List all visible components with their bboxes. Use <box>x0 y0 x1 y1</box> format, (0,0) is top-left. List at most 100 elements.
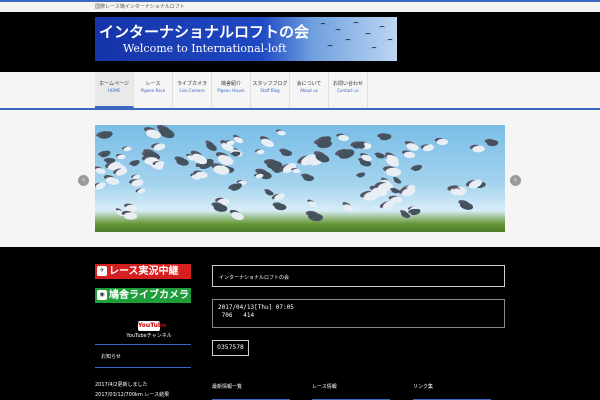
slider-area: ‹ › <box>0 110 600 247</box>
nav-label-en: Staff Blog <box>260 88 280 93</box>
bird-icon <box>387 39 393 42</box>
pigeon-icon <box>422 144 435 153</box>
youtube-label: YouTubeチャンネル <box>126 333 172 339</box>
main-nav: ホームページ HOME レース Pigeon Race ライブカメラ Live … <box>95 72 368 108</box>
pigeon-icon <box>302 174 315 182</box>
nav-label-en: About us <box>300 88 318 93</box>
race-live-label: レース実況中継 <box>109 266 179 277</box>
nav-item-staff-blog[interactable]: スタッフブログ Staff Blog <box>251 72 290 108</box>
pigeon-icon <box>225 139 236 146</box>
pigeon-icon <box>195 171 209 179</box>
pigeon-icon <box>337 147 356 161</box>
nav-label-jp: スタッフブログ <box>252 81 288 87</box>
nav-label-jp: ホームページ <box>99 81 129 87</box>
bird-icon <box>379 26 385 29</box>
pigeon-icon <box>379 133 392 142</box>
pigeon-icon <box>123 211 138 220</box>
pigeon-icon <box>99 149 112 159</box>
pigeon-icon <box>399 210 411 220</box>
pigeon-icon <box>116 154 126 160</box>
bird-icon <box>345 39 351 42</box>
info-widget: お知らせ <box>95 344 191 368</box>
nav-label-en: Pigeon House <box>217 88 245 93</box>
bird-icon <box>327 45 333 48</box>
logo-title-jp: インターナショナルロフトの会 <box>99 23 310 41</box>
pigeon-icon <box>277 130 287 137</box>
nav-bar: ホームページ HOME レース Pigeon Race ライブカメラ Live … <box>0 72 600 110</box>
pigeon-icon <box>266 160 283 170</box>
pigeon-icon <box>342 203 355 214</box>
nav-item-home[interactable]: ホームページ HOME <box>95 72 134 108</box>
news-link[interactable]: 2017/03/12/700km レース結果 <box>95 391 169 398</box>
pigeon-icon <box>471 145 485 154</box>
footer-heading: リンク集 <box>413 381 491 400</box>
info-text: 706 414 <box>218 312 255 319</box>
nav-label-en: Contact us <box>337 88 359 93</box>
bird-icon <box>365 33 371 36</box>
visitor-counter: 0357578 <box>212 340 249 356</box>
pigeon-icon <box>230 210 245 222</box>
pigeon-icon <box>104 175 120 187</box>
nav-item-pigeon-house[interactable]: 鳩舎紹介 Pigeon House <box>212 72 251 108</box>
nav-item-live-camera[interactable]: ライブカメラ Live Camera <box>173 72 212 108</box>
footer-heading-label: 最新情報一覧 <box>212 384 243 390</box>
pigeon-icon <box>381 199 396 212</box>
pigeon-icon <box>256 149 265 155</box>
main-panel-header: インターナショナルロフトの会 <box>212 265 505 287</box>
live-camera-label: 鳩舎ライブカメラ <box>109 290 189 301</box>
bird-icon <box>371 47 377 50</box>
pigeon-icon: ✈ <box>97 266 107 276</box>
race-live-banner[interactable]: ✈ レース実況中継 <box>95 264 191 279</box>
pigeon-icon <box>375 153 385 160</box>
pigeon-icon <box>273 192 286 203</box>
slider-next-button[interactable]: › <box>510 175 521 186</box>
pigeon-icon <box>123 145 132 152</box>
footer-heading: レース情報 <box>312 381 390 400</box>
news-link[interactable]: 2017/4/2更新しました <box>95 381 147 388</box>
nav-label-en: Pigeon Race <box>140 88 166 93</box>
bird-icon <box>353 22 359 25</box>
bird-icon <box>335 29 341 32</box>
nav-label-jp: ライブカメラ <box>176 81 207 87</box>
nav-item-pigeon-race[interactable]: レース Pigeon Race <box>134 72 173 108</box>
logo-title-en: Welcome to International-loft <box>123 42 287 55</box>
pigeon-icon <box>392 177 402 186</box>
pigeon-icon <box>307 199 318 208</box>
datetime-box: 2017/04/13[Thu] 07:05 706 414 <box>212 299 505 328</box>
pigeon-icon <box>212 164 230 176</box>
pigeon-icon <box>280 149 293 157</box>
pigeon-icon <box>130 158 141 168</box>
nav-label-jp: お問い合わせ <box>332 81 363 87</box>
nav-label-jp: 鳩舎紹介 <box>220 81 241 87</box>
datetime-text: 2017/04/13[Thu] 07:05 <box>218 304 294 311</box>
top-bar: 国際レース鳩インターナショナルロフト <box>0 0 600 12</box>
slider-prev-button[interactable]: ‹ <box>78 175 89 186</box>
pigeon-icon <box>410 207 422 217</box>
info-widget-title: お知らせ <box>101 354 121 360</box>
youtube-icon: YouTube <box>138 321 167 331</box>
pigeon-icon <box>459 200 474 212</box>
pigeon-icon <box>131 178 145 188</box>
pigeon-icon <box>403 150 416 159</box>
nav-label-jp: レース <box>145 81 161 87</box>
pigeon-icon <box>385 167 402 177</box>
pigeon-icon <box>486 139 498 147</box>
pigeon-icon <box>233 135 245 145</box>
live-camera-banner[interactable]: ◉ 鳩舎ライブカメラ <box>95 288 191 303</box>
pigeon-icon <box>400 186 417 198</box>
pigeon-icon <box>95 180 108 192</box>
main-panel-title: インターナショナルロフトの会 <box>219 275 290 281</box>
camera-icon: ◉ <box>97 290 107 300</box>
pigeon-icon <box>204 141 219 154</box>
site-logo[interactable]: インターナショナルロフトの会 Welcome to International-… <box>95 17 397 61</box>
youtube-link[interactable]: YouTube YouTubeチャンネル <box>125 312 173 339</box>
pigeon-icon <box>99 129 114 141</box>
pigeon-icon <box>436 138 449 146</box>
pigeon-icon <box>137 187 147 195</box>
nav-item-contact-us[interactable]: お問い合わせ Contact us <box>329 72 368 108</box>
pigeon-icon <box>265 189 275 196</box>
footer-heading-label: レース情報 <box>312 384 337 390</box>
pigeon-icon <box>357 171 366 179</box>
pigeon-icon <box>259 137 275 150</box>
nav-item-about-us[interactable]: 会について About us <box>290 72 329 108</box>
